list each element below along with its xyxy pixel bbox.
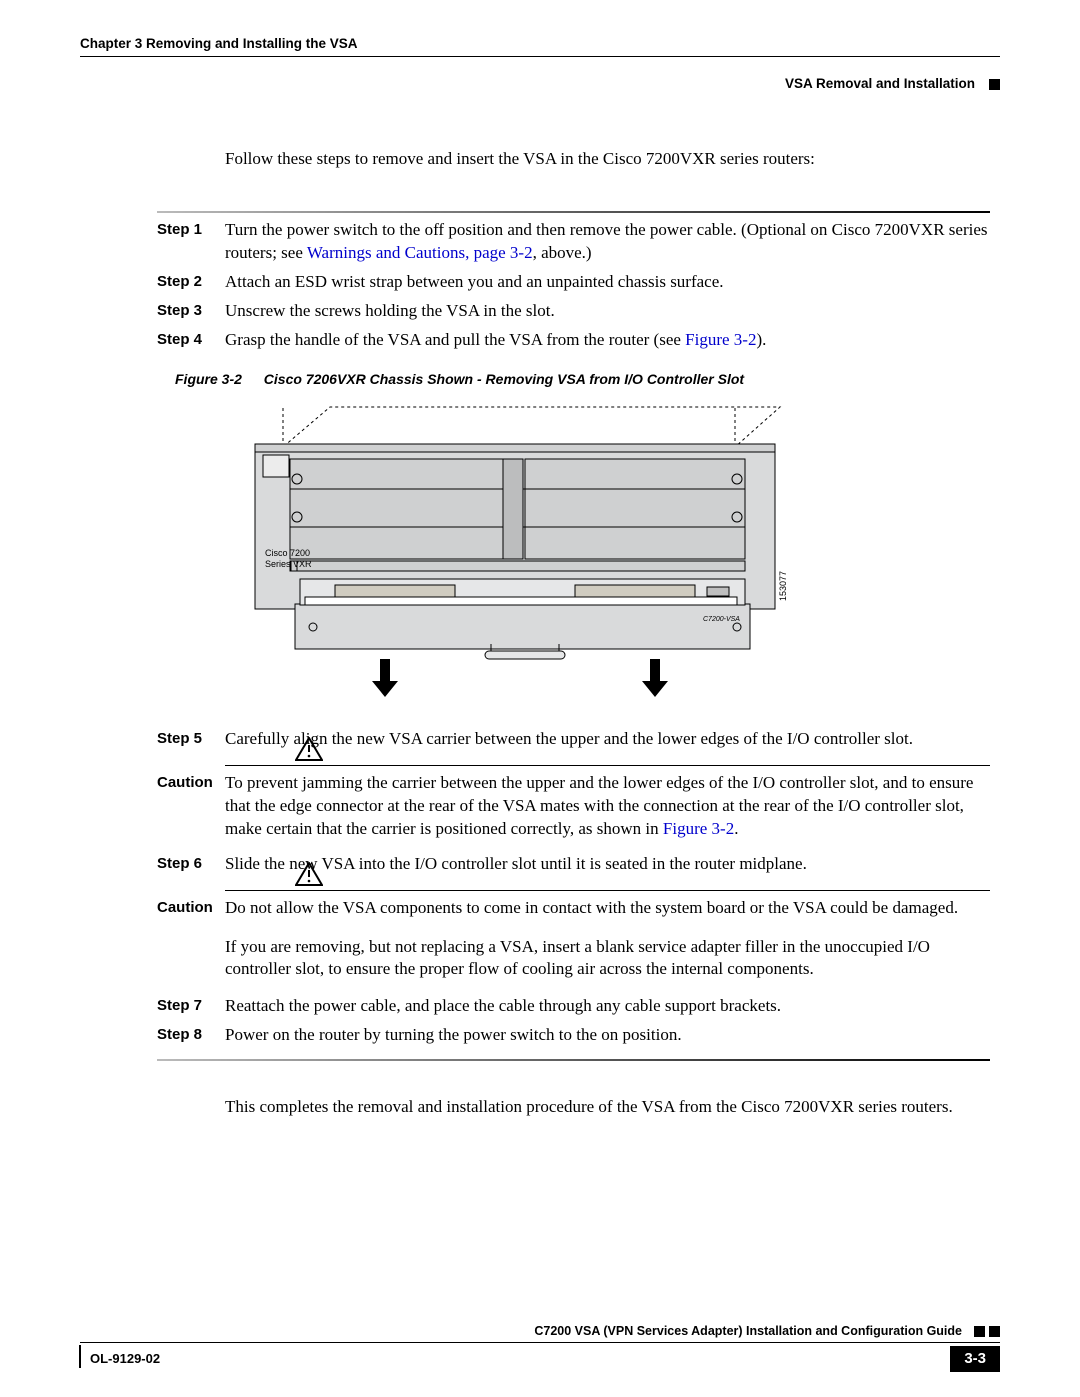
step-label: Step 8: [157, 1024, 225, 1047]
header-rule: [80, 56, 1000, 57]
figure-3-2: Figure 3-2 Cisco 7206VXR Chassis Shown -…: [225, 370, 990, 706]
caution-text: Do not allow the VSA components to come …: [225, 897, 990, 920]
svg-text:C7200-VSA: C7200-VSA: [703, 616, 740, 623]
page-number: 3-3: [950, 1346, 1000, 1372]
text-span: Grasp the handle of the VSA and pull the…: [225, 330, 685, 349]
caution-rule: [225, 890, 990, 891]
header-square-icon: [989, 79, 1000, 90]
svg-text:153077: 153077: [778, 571, 788, 601]
step-5: Step 5 Carefully align the new VSA carri…: [225, 728, 990, 751]
step-2: Step 2 Attach an ESD wrist strap between…: [225, 271, 990, 294]
step-text: Reattach the power cable, and place the …: [225, 995, 990, 1018]
steps-top-rule: [157, 211, 990, 213]
step-text: Turn the power switch to the off positio…: [225, 219, 990, 265]
figure-number: Figure 3-2: [175, 371, 242, 387]
footer-left-tick: [79, 1345, 81, 1368]
steps-bottom-rule: [157, 1059, 990, 1061]
footer-rule: [80, 1342, 1000, 1343]
footer-square-icon: [989, 1326, 1000, 1337]
step-text: Power on the router by turning the power…: [225, 1024, 990, 1047]
text-span: ).: [756, 330, 766, 349]
step-label: Step 2: [157, 271, 225, 294]
figure-title: Cisco 7206VXR Chassis Shown - Removing V…: [264, 371, 744, 387]
chapter-header: Chapter 3 Removing and Installing the VS…: [80, 35, 358, 53]
step-8: Step 8 Power on the router by turning th…: [225, 1024, 990, 1047]
caution-icon: [295, 737, 323, 766]
chassis-illustration: Cisco 7200 Series VXR: [235, 399, 795, 699]
text-span: , above.): [533, 243, 592, 262]
caution-block-1: Caution To prevent jamming the carrier b…: [225, 772, 990, 841]
step-text: Carefully align the new VSA carrier betw…: [225, 728, 990, 751]
step-text: Attach an ESD wrist strap between you an…: [225, 271, 990, 294]
page-footer: C7200 VSA (VPN Services Adapter) Install…: [80, 1323, 1000, 1372]
section-header: VSA Removal and Installation: [785, 75, 975, 93]
caution-rule: [225, 765, 990, 766]
warnings-link[interactable]: Warnings and Cautions, page 3-2: [307, 243, 533, 262]
intro-paragraph: Follow these steps to remove and insert …: [225, 148, 990, 171]
caution-icon: [295, 862, 323, 891]
step-4: Step 4 Grasp the handle of the VSA and p…: [225, 329, 990, 352]
step-label: Step 6: [157, 853, 225, 876]
caution-extra-paragraph: If you are removing, but not replacing a…: [225, 936, 990, 982]
svg-text:Series VXR: Series VXR: [265, 559, 312, 569]
footer-square-icon: [974, 1326, 985, 1337]
step-text: Unscrew the screws holding the VSA in th…: [225, 300, 990, 323]
step-7: Step 7 Reattach the power cable, and pla…: [225, 995, 990, 1018]
footer-guide-title: C7200 VSA (VPN Services Adapter) Install…: [534, 1323, 962, 1340]
step-label: Step 4: [157, 329, 225, 352]
step-6: Step 6 Slide the new VSA into the I/O co…: [225, 853, 990, 876]
step-text: Slide the new VSA into the I/O controlle…: [225, 853, 990, 876]
step-1: Step 1 Turn the power switch to the off …: [225, 219, 990, 265]
text-span: To prevent jamming the carrier between t…: [225, 773, 973, 838]
step-label: Step 1: [157, 219, 225, 265]
caution-text: To prevent jamming the carrier between t…: [225, 772, 990, 841]
step-label: Step 7: [157, 995, 225, 1018]
closing-paragraph: This completes the removal and installat…: [225, 1096, 990, 1119]
ol-number: OL-9129-02: [90, 1350, 160, 1368]
figure-link[interactable]: Figure 3-2: [685, 330, 756, 349]
text-span: .: [734, 819, 738, 838]
svg-text:Cisco 7200: Cisco 7200: [265, 548, 310, 558]
step-label: Step 3: [157, 300, 225, 323]
caution-label: Caution: [157, 772, 225, 841]
step-text: Grasp the handle of the VSA and pull the…: [225, 329, 990, 352]
caution-block-2: Caution Do not allow the VSA components …: [225, 897, 990, 920]
figure-link[interactable]: Figure 3-2: [663, 819, 734, 838]
step-3: Step 3 Unscrew the screws holding the VS…: [225, 300, 990, 323]
caution-label: Caution: [157, 897, 225, 920]
step-label: Step 5: [157, 728, 225, 751]
